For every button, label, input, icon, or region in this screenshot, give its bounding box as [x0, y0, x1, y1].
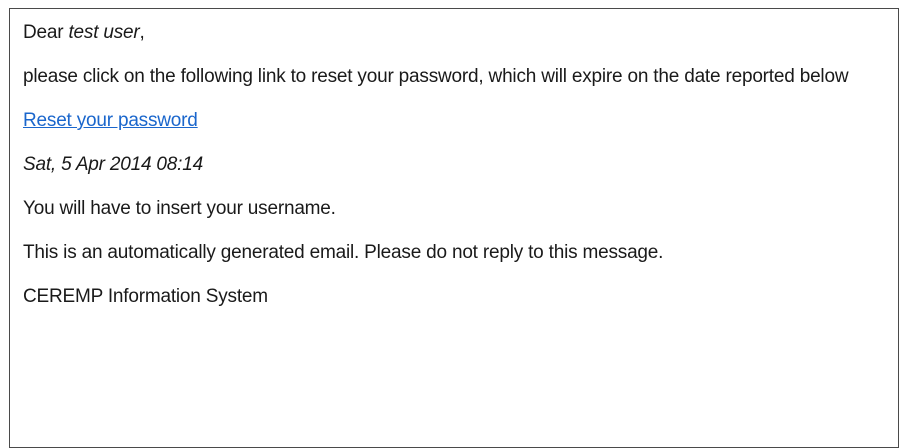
- email-message-frame: Dear test user, please click on the foll…: [9, 8, 899, 448]
- intro-paragraph: please click on the following link to re…: [23, 66, 849, 87]
- reset-password-link[interactable]: Reset your password: [23, 110, 198, 131]
- greeting-prefix: Dear: [23, 22, 69, 43]
- recipient-name: test user: [68, 22, 140, 43]
- email-body: Dear test user, please click on the foll…: [23, 21, 893, 329]
- auto-generated-note: This is an automatically generated email…: [23, 242, 664, 263]
- reset-link-line: Reset your password: [23, 109, 893, 133]
- greeting-suffix: ,: [139, 22, 145, 43]
- greeting-line: Dear test user,: [23, 21, 893, 45]
- expiry-date: Sat, 5 Apr 2014 08:14: [23, 154, 203, 175]
- signature: CEREMP Information System: [23, 286, 268, 307]
- username-note: You will have to insert your username.: [23, 198, 336, 219]
